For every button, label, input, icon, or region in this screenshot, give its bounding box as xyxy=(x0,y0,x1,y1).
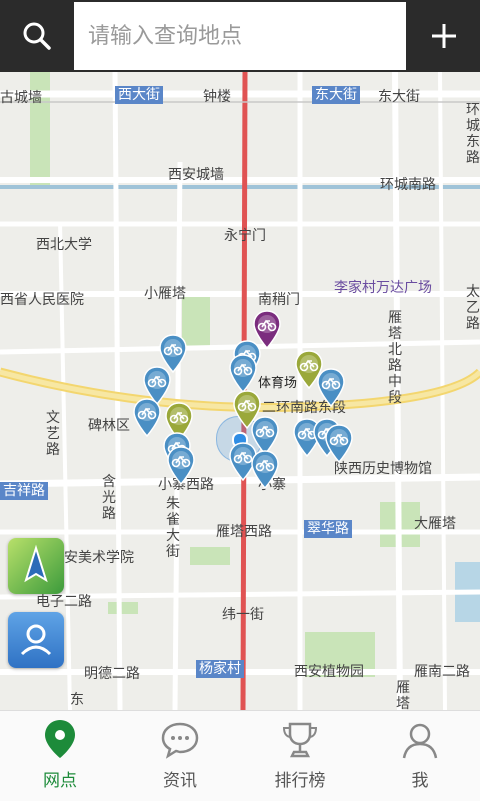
map-label: 东 xyxy=(70,692,84,708)
add-button[interactable] xyxy=(408,0,480,72)
tab-label: 网点 xyxy=(43,771,77,791)
bike-station-marker[interactable] xyxy=(324,424,354,464)
map-label: 东大街 xyxy=(312,86,360,104)
top-bar xyxy=(0,0,480,72)
map-label: 永宁门 xyxy=(224,228,266,244)
bottom-tab-bar: 网点 资讯 排行榜 我 xyxy=(0,710,480,801)
plus-icon xyxy=(432,24,456,48)
user-icon xyxy=(402,723,438,759)
tab-ranking[interactable]: 排行榜 xyxy=(240,711,360,801)
tab-label: 排行榜 xyxy=(274,771,326,791)
bike-icon xyxy=(167,446,195,486)
map-label: 西大街 xyxy=(115,86,163,104)
map-label: 翠华路 xyxy=(304,520,352,538)
map-label: 大雁塔 xyxy=(414,516,456,532)
map-label: 碑林区 xyxy=(88,418,130,434)
tab-label: 资讯 xyxy=(163,771,197,791)
bike-icon xyxy=(229,354,257,394)
contact-icon xyxy=(20,624,52,656)
map-label: 东大街 xyxy=(378,89,420,105)
bike-icon xyxy=(251,450,279,490)
map-label: 钟楼 xyxy=(203,89,231,105)
map-label: 含光路 xyxy=(102,474,116,522)
map-label: 纬一街 xyxy=(222,607,264,623)
trophy-icon xyxy=(282,722,318,758)
map-label: 古城墙 xyxy=(0,90,42,106)
tab-news[interactable]: 资讯 xyxy=(120,711,240,801)
map-label: 太乙路 xyxy=(466,284,480,332)
map-label: 西安植物园 xyxy=(294,664,364,680)
bike-station-marker[interactable] xyxy=(250,450,280,490)
map-label: 安美术学院 xyxy=(64,550,134,566)
map-label: 西省人民医院 xyxy=(0,292,84,308)
navigation-arrow-icon xyxy=(24,544,48,583)
contacts-button[interactable] xyxy=(8,612,64,668)
map-label: 雁塔 xyxy=(396,680,410,710)
tab-label: 我 xyxy=(411,771,429,791)
map-label: 西北大学 xyxy=(36,237,92,253)
map-label: 李家村万达广场 xyxy=(334,280,432,296)
map-label: 朱雀大街 xyxy=(166,496,180,560)
map-label: 环城南路 xyxy=(380,177,436,193)
bike-station-marker[interactable] xyxy=(166,446,196,486)
map-label: 明德二路 xyxy=(84,666,140,682)
map-label: 西安城墙 xyxy=(168,167,224,183)
bike-icon xyxy=(317,368,345,408)
map-label: 南稍门 xyxy=(258,292,300,308)
tab-me[interactable]: 我 xyxy=(360,711,480,801)
bike-station-marker[interactable] xyxy=(132,398,162,438)
map-view[interactable]: 古城墙 西大街 钟楼 东大街 东大街 环城东路 西安城墙 环城南路 西北大学 永… xyxy=(0,72,480,710)
map-label: 体育场 xyxy=(258,376,298,391)
bike-station-marker[interactable] xyxy=(316,368,346,408)
map-label: 电子二路 xyxy=(36,594,92,610)
chat-bubble-icon xyxy=(161,722,199,759)
map-label: 雁南二路 xyxy=(414,664,470,680)
search-icon xyxy=(23,22,51,50)
map-label: 吉祥路 xyxy=(0,482,48,500)
map-label: 雁塔北路中段 xyxy=(388,310,402,406)
bike-icon xyxy=(253,310,281,350)
location-pin-icon xyxy=(45,720,75,758)
tab-outlets[interactable]: 网点 xyxy=(0,711,120,801)
map-label: 环城东路 xyxy=(466,102,480,166)
search-button[interactable] xyxy=(0,0,74,72)
map-label: 杨家村 xyxy=(196,660,244,678)
map-label: 小雁塔 xyxy=(144,286,186,302)
bike-icon xyxy=(325,424,353,464)
bike-station-marker[interactable] xyxy=(252,310,282,350)
map-label: 文艺路 xyxy=(46,410,60,458)
bike-icon xyxy=(133,398,161,438)
search-input[interactable] xyxy=(74,2,406,70)
bike-station-marker[interactable] xyxy=(228,354,258,394)
navigation-button[interactable] xyxy=(8,538,64,594)
map-label: 雁塔西路 xyxy=(216,524,272,540)
